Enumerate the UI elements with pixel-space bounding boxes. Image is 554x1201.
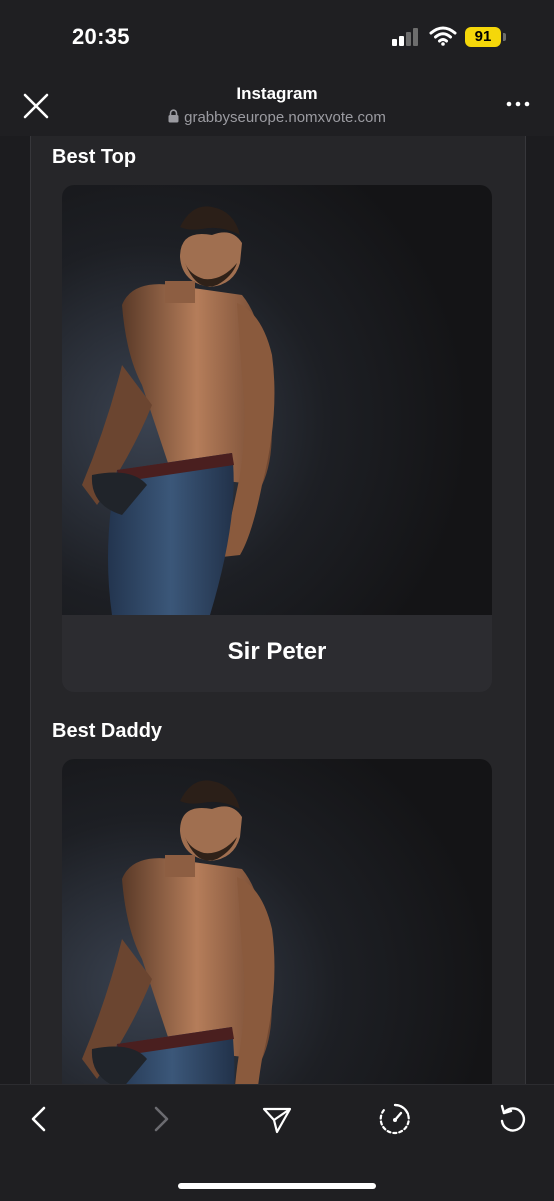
status-time: 20:35 — [72, 24, 130, 49]
reload-icon[interactable] — [495, 1101, 531, 1137]
browser-header: Instagram grabbyseurope.nomxvote.com — [0, 72, 554, 136]
lock-icon — [168, 109, 179, 123]
forward-icon[interactable] — [142, 1101, 178, 1137]
share-icon[interactable] — [259, 1101, 295, 1137]
home-indicator[interactable] — [178, 1183, 376, 1189]
page-url: grabbyseurope.nomxvote.com — [0, 109, 554, 126]
section-title-best-top: Best Top — [52, 146, 137, 168]
section-title-best-daddy: Best Daddy — [52, 720, 163, 742]
signal-icon — [392, 28, 422, 46]
status-bar: 20:35 91 — [0, 0, 554, 72]
nominee-name: Sir Peter — [227, 638, 327, 665]
nominee-photo — [62, 185, 492, 615]
speed-icon[interactable] — [377, 1101, 413, 1137]
battery-tip — [503, 33, 506, 41]
nominee-card[interactable] — [62, 759, 492, 1084]
more-icon[interactable] — [504, 94, 532, 114]
battery-indicator: 91 — [465, 27, 501, 47]
url-text: grabbyseurope.nomxvote.com — [184, 109, 386, 126]
web-content[interactable]: Best Top Sir Peter Best Daddy — [0, 136, 554, 1084]
page-title: Instagram — [236, 84, 318, 103]
nominee-card[interactable]: Sir Peter — [62, 185, 492, 692]
nominee-photo — [62, 759, 492, 1084]
back-icon[interactable] — [22, 1101, 58, 1137]
wifi-icon — [429, 26, 457, 46]
